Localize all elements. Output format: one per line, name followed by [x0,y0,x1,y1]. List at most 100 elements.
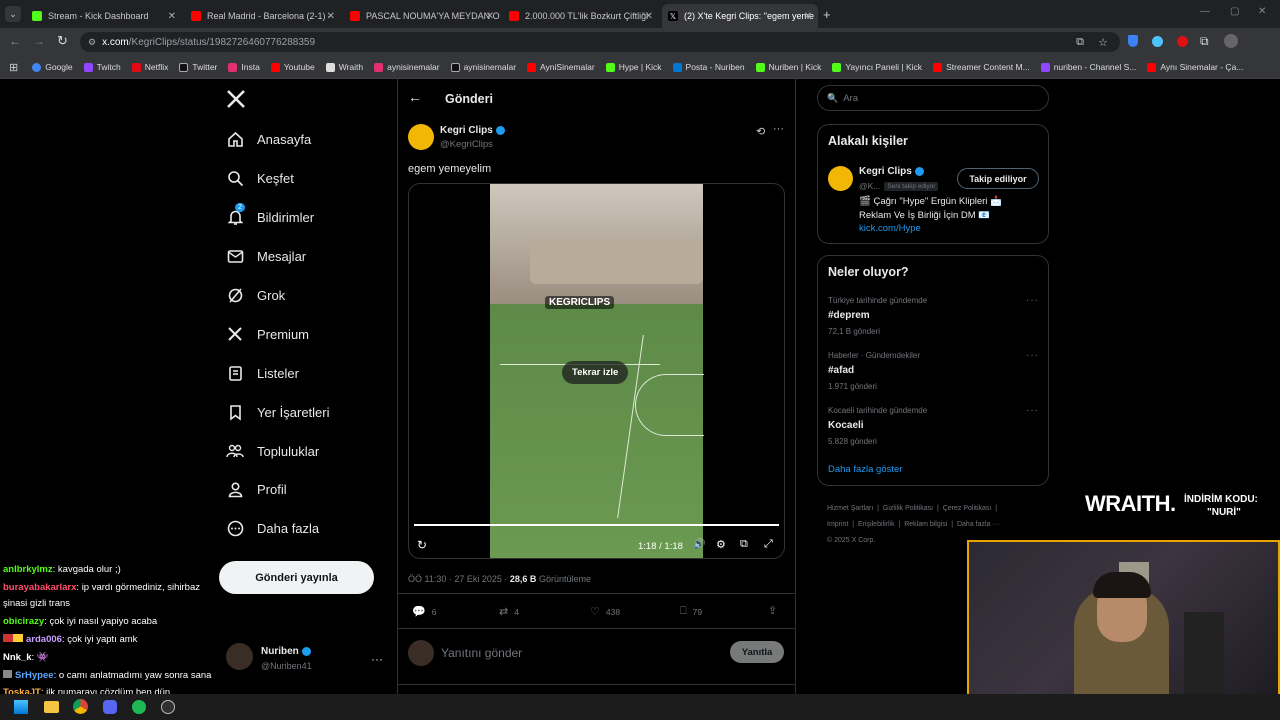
nav-item-messages[interactable]: Mesajlar [226,247,306,265]
close-tab-icon[interactable]: ✕ [645,11,653,22]
nav-item-lists[interactable]: Listeler [226,364,299,382]
nav-item-communities[interactable]: Topluluklar [226,442,319,460]
spotify-icon[interactable] [132,700,146,714]
windows-start-icon[interactable] [14,700,28,714]
footer-link[interactable]: Daha fazla ··· [957,521,999,528]
bookmark-item[interactable]: aynisinemalar [450,62,516,72]
bookmark-item[interactable]: Twitter [179,62,217,72]
bookmark-item[interactable]: Streamer Content M... [933,62,1030,72]
new-tab-icon[interactable]: + [823,7,831,22]
extensions-puzzle-icon[interactable]: ⧉ [1200,34,1209,49]
trend-more-icon[interactable]: ··· [1026,350,1039,361]
bookmark-item[interactable]: Twitch [83,62,121,72]
chrome-icon[interactable] [73,699,88,714]
bookmark-star-icon[interactable]: ☆ [1098,36,1108,49]
repost-action[interactable]: ⇄ 4 [499,605,519,618]
x-logo-icon[interactable] [226,89,246,109]
bookmark-item[interactable]: Insta [228,62,260,72]
bookmark-action[interactable]: ⎕ 79 [680,605,702,618]
forward-icon[interactable]: → [33,34,45,48]
nav-item-explore[interactable]: Keşfet [226,169,294,187]
reply-input[interactable]: Yanıtını gönder [441,646,522,660]
bookmark-item[interactable]: Posta - Nuriben [672,62,745,72]
trend-item[interactable]: Haberler · Gündemdekiler #afad 1.971 gön… [828,351,920,391]
footer-link[interactable]: Imprint [827,521,848,528]
maximize-icon[interactable]: ▢ [1230,6,1239,17]
browser-tab[interactable]: Real Madrid - Barcelona (2-1) - ✕ [185,4,341,28]
install-app-icon[interactable]: ⧉ [1076,36,1084,49]
bookmark-item[interactable]: Netflix [131,62,168,72]
bookmark-item[interactable]: Nuriben | Kick [755,62,821,72]
nav-item-notifications[interactable]: 2 Bildirimler [226,203,314,226]
search-box[interactable]: 🔍 Ara [817,85,1049,111]
back-icon[interactable]: ← [9,34,21,48]
video-player[interactable]: KEGRICLIPS Tekrar izle ↻ 1:18 / 1:18 🔊 ⚙… [408,183,785,559]
following-button[interactable]: Takip ediliyor [957,168,1039,189]
site-info-icon[interactable]: ⚙ [88,37,96,48]
bookmark-item[interactable]: aynisinemalar [374,62,440,72]
footer-link[interactable]: Gizlilik Politikası [883,505,933,512]
related-avatar[interactable] [828,166,853,191]
extension-red-icon[interactable] [1177,36,1188,47]
pip-icon[interactable]: ⧉ [740,538,748,551]
bookmark-item[interactable]: Aynı Sinemalar - Ça... [1147,62,1243,72]
browser-tab[interactable]: 2.000.000 TL'lik Bozkurt Çiftliği ✕ [503,4,659,28]
nav-item-grok[interactable]: Grok [226,286,285,304]
browser-tab[interactable]: Stream - Kick Dashboard ✕ [26,4,182,28]
post-button[interactable]: Gönderi yayınla [219,561,374,594]
nav-item-profile[interactable]: Profil [226,480,287,498]
footer-link[interactable]: Erişilebilirlik [858,521,895,528]
close-tab-icon[interactable]: ✕ [486,11,494,22]
close-tab-icon[interactable]: ✕ [804,11,812,22]
nav-item-premium[interactable]: Premium [226,325,309,343]
reply-button[interactable]: Yanıtla [730,641,784,663]
volume-icon[interactable]: 🔊 [693,539,705,550]
author-name[interactable]: Kegri Clips [440,125,505,136]
trend-more-icon[interactable]: ··· [1026,295,1039,306]
bookmark-item[interactable]: Google [32,62,73,72]
nav-item-home[interactable]: Anasayfa [226,130,311,148]
bookmark-item[interactable]: Hype | Kick [605,62,662,72]
share-icon[interactable]: ⇪ [768,604,777,617]
apps-grid-icon[interactable]: ⊞ [9,61,18,74]
reply-action[interactable]: 💬 6 [412,605,436,618]
url-bar[interactable]: ⚙ x.com /KegriClips/status/1982726460776… [80,32,1120,52]
show-more-link[interactable]: Daha fazla göster [828,464,902,475]
browser-tab-active[interactable]: 𝕏 (2) X'te Kegri Clips: "egem yeme ✕ [662,4,818,28]
file-explorer-icon[interactable] [44,701,59,713]
discord-icon[interactable] [103,700,117,714]
author-avatar[interactable] [408,124,434,150]
trend-more-icon[interactable]: ··· [1026,405,1039,416]
post-more-icon[interactable]: ··· [773,123,784,135]
author-handle[interactable]: @KegriClips [440,139,493,150]
account-menu-icon[interactable]: ··· [371,652,383,666]
trend-item[interactable]: Kocaeli tarihinde gündemde Kocaeli 5.828… [828,406,927,446]
close-window-icon[interactable]: ✕ [1258,6,1266,17]
bookmark-item[interactable]: Youtube [270,62,315,72]
nav-item-bookmarks[interactable]: Yer İşaretleri [226,403,330,421]
close-tab-icon[interactable]: ✕ [327,11,335,22]
profile-icon[interactable] [1224,34,1238,48]
footer-link[interactable]: Çerez Politikası [943,505,992,512]
extension-shield-icon[interactable] [1128,35,1138,47]
like-action[interactable]: ♡ 438 [590,605,620,618]
related-name[interactable]: Kegri Clips [859,166,924,177]
back-arrow-icon[interactable]: ← [408,89,422,105]
fullscreen-icon[interactable]: ⤢ [764,538,773,551]
replay-icon[interactable]: ↻ [417,538,427,552]
bookmark-item[interactable]: Wraith [325,62,363,72]
minimize-icon[interactable]: — [1200,6,1210,17]
trend-item[interactable]: Türkiye tarihinde gündemde #deprem 72,1 … [828,296,927,336]
footer-link[interactable]: Hizmet Şartları [827,505,873,512]
account-avatar[interactable] [226,643,253,670]
settings-gear-icon[interactable]: ⚙ [716,538,726,551]
obs-icon[interactable] [161,700,175,714]
bookmark-item[interactable]: Yayıncı Paneli | Kick [832,62,922,72]
bookmark-item[interactable]: AyniSinemalar [527,62,595,72]
grok-post-icon[interactable]: ⟲ [756,125,765,138]
close-tab-icon[interactable]: ✕ [168,11,176,22]
tab-search-button[interactable]: ⌄ [5,6,21,22]
nav-item-more[interactable]: Daha fazla [226,519,319,537]
replay-button[interactable]: Tekrar izle [562,361,629,384]
video-progress-bar[interactable] [414,524,779,526]
